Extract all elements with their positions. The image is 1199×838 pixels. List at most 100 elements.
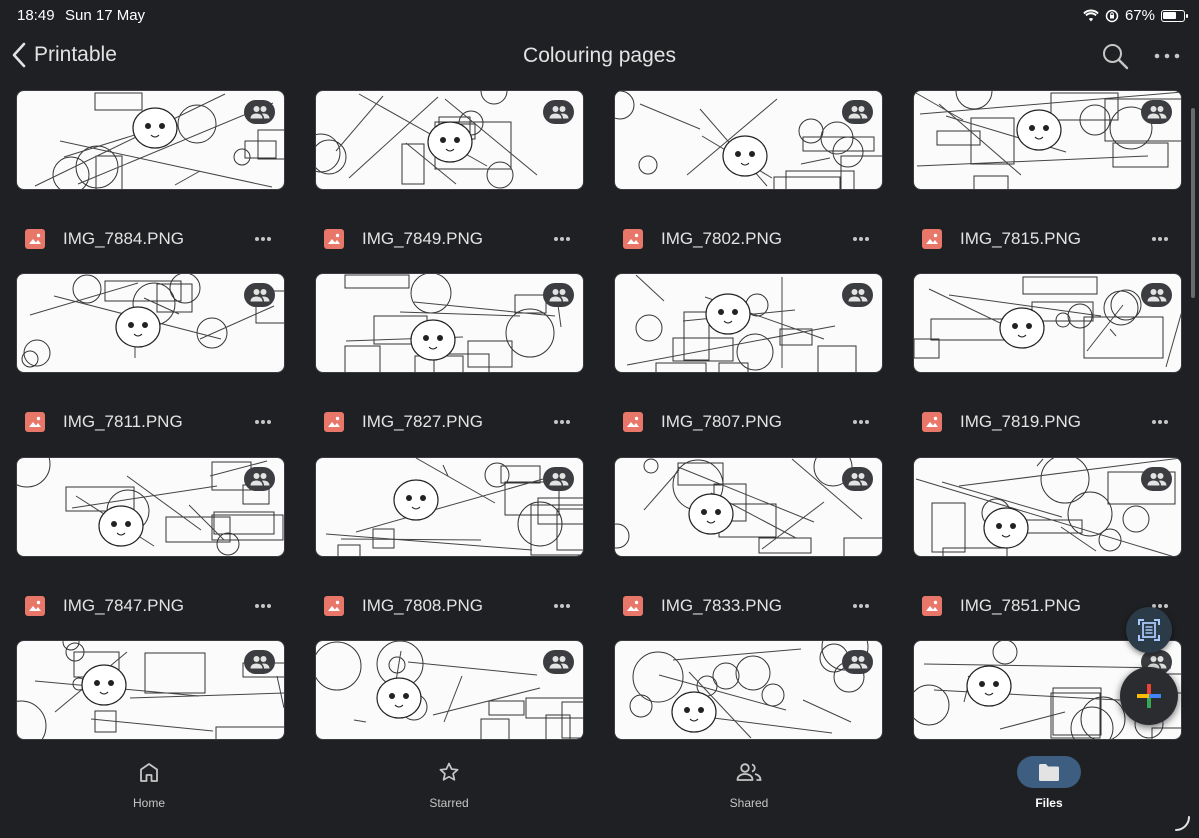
- image-file-icon: [926, 600, 938, 611]
- more-options-icon[interactable]: [1153, 42, 1181, 70]
- shared-badge: [543, 100, 574, 124]
- file-more-button[interactable]: [846, 412, 876, 432]
- file-name-row[interactable]: IMG_7811.PNG: [16, 405, 286, 439]
- file-name: IMG_7849.PNG: [362, 229, 483, 248]
- file-name-row[interactable]: IMG_7807.PNG: [614, 405, 884, 439]
- image-type-icon: [922, 229, 942, 249]
- people-icon: [250, 106, 269, 119]
- file-name: IMG_7807.PNG: [661, 412, 782, 431]
- shared-badge: [842, 650, 873, 674]
- scan-button[interactable]: [1126, 607, 1172, 653]
- file-name: IMG_7808.PNG: [362, 596, 483, 615]
- nav-home[interactable]: Home: [89, 756, 209, 810]
- nav-shared[interactable]: Shared: [689, 756, 809, 810]
- file-thumbnail[interactable]: [614, 457, 883, 557]
- file-thumbnail[interactable]: [16, 90, 285, 190]
- more-horiz-icon: [554, 237, 570, 241]
- file-more-button[interactable]: [547, 229, 577, 249]
- page-title: Colouring pages: [523, 44, 676, 67]
- image-file-icon: [29, 600, 41, 611]
- image-file-icon: [926, 416, 938, 427]
- more-horiz-icon: [255, 237, 271, 241]
- orientation-lock-icon: [1105, 9, 1119, 22]
- image-type-icon: [922, 412, 942, 432]
- file-name-row[interactable]: IMG_7819.PNG: [913, 405, 1183, 439]
- file-more-button[interactable]: [248, 596, 278, 616]
- back-button[interactable]: Printable: [10, 42, 117, 68]
- image-type-icon: [623, 596, 643, 616]
- file-thumbnail[interactable]: [614, 640, 883, 740]
- file-thumbnail[interactable]: [16, 273, 285, 373]
- image-type-icon: [922, 596, 942, 616]
- people-icon: [549, 473, 568, 486]
- more-horiz-icon: [1152, 237, 1168, 241]
- search-icon[interactable]: [1101, 42, 1129, 70]
- image-type-icon: [324, 412, 344, 432]
- image-file-icon: [29, 416, 41, 427]
- file-name-row[interactable]: IMG_7815.PNG: [913, 222, 1183, 256]
- file-thumbnail[interactable]: [614, 90, 883, 190]
- file-thumbnail[interactable]: [315, 273, 584, 373]
- file-name: IMG_7827.PNG: [362, 412, 483, 431]
- app-bar: Printable Colouring pages: [0, 32, 1199, 84]
- file-name-row[interactable]: IMG_7847.PNG: [16, 589, 286, 623]
- people-icon: [549, 106, 568, 119]
- shared-badge: [842, 467, 873, 491]
- shared-badge: [543, 283, 574, 307]
- nav-starred[interactable]: Starred: [389, 756, 509, 810]
- back-label: Printable: [34, 43, 117, 66]
- file-more-button[interactable]: [547, 412, 577, 432]
- file-more-button[interactable]: [248, 229, 278, 249]
- chevron-left-icon: [12, 42, 26, 68]
- file-thumbnail[interactable]: [913, 90, 1182, 190]
- file-name: IMG_7851.PNG: [960, 596, 1081, 615]
- file-name-row[interactable]: IMG_7884.PNG: [16, 222, 286, 256]
- shared-badge: [244, 650, 275, 674]
- more-horiz-icon: [255, 604, 271, 608]
- file-thumbnail[interactable]: [315, 90, 584, 190]
- people-icon: [1147, 106, 1166, 119]
- people-icon: [250, 289, 269, 302]
- file-name-row[interactable]: IMG_7849.PNG: [315, 222, 585, 256]
- nav-files[interactable]: Files: [989, 756, 1109, 810]
- file-name: IMG_7802.PNG: [661, 229, 782, 248]
- file-thumbnail[interactable]: [913, 273, 1182, 373]
- people-icon: [848, 473, 867, 486]
- nav-label: Starred: [429, 796, 469, 810]
- people-icon: [250, 656, 269, 669]
- plus-icon: [1137, 684, 1161, 708]
- file-more-button[interactable]: [547, 596, 577, 616]
- image-file-icon: [328, 416, 340, 427]
- file-thumbnail[interactable]: [614, 273, 883, 373]
- people-icon: [549, 289, 568, 302]
- home-icon: [140, 763, 158, 782]
- file-name-row[interactable]: IMG_7802.PNG: [614, 222, 884, 256]
- people-icon: [848, 289, 867, 302]
- file-name: IMG_7815.PNG: [960, 229, 1081, 248]
- shared-badge: [842, 283, 873, 307]
- file-more-button[interactable]: [248, 412, 278, 432]
- status-bar: 18:49 Sun 17 May 67%: [0, 0, 1199, 32]
- file-thumbnail[interactable]: [315, 640, 584, 740]
- file-more-button[interactable]: [846, 596, 876, 616]
- file-name-row[interactable]: IMG_7833.PNG: [614, 589, 884, 623]
- file-thumbnail[interactable]: [16, 640, 285, 740]
- file-more-button[interactable]: [1145, 412, 1175, 432]
- nav-label: Home: [132, 796, 165, 810]
- image-file-icon: [627, 600, 639, 611]
- people-icon: [848, 656, 867, 669]
- image-type-icon: [623, 229, 643, 249]
- file-more-button[interactable]: [846, 229, 876, 249]
- file-thumbnail[interactable]: [16, 457, 285, 557]
- scrollbar[interactable]: [1191, 108, 1195, 298]
- file-thumbnail[interactable]: [913, 457, 1182, 557]
- file-more-button[interactable]: [1145, 229, 1175, 249]
- file-name: IMG_7884.PNG: [63, 229, 184, 248]
- new-button[interactable]: [1120, 667, 1178, 725]
- file-thumbnail[interactable]: [315, 457, 584, 557]
- file-name-row[interactable]: IMG_7827.PNG: [315, 405, 585, 439]
- file-name-row[interactable]: IMG_7808.PNG: [315, 589, 585, 623]
- image-file-icon: [627, 416, 639, 427]
- shared-badge: [244, 100, 275, 124]
- bottom-navigation: Home Starred Shared Files: [0, 746, 1199, 838]
